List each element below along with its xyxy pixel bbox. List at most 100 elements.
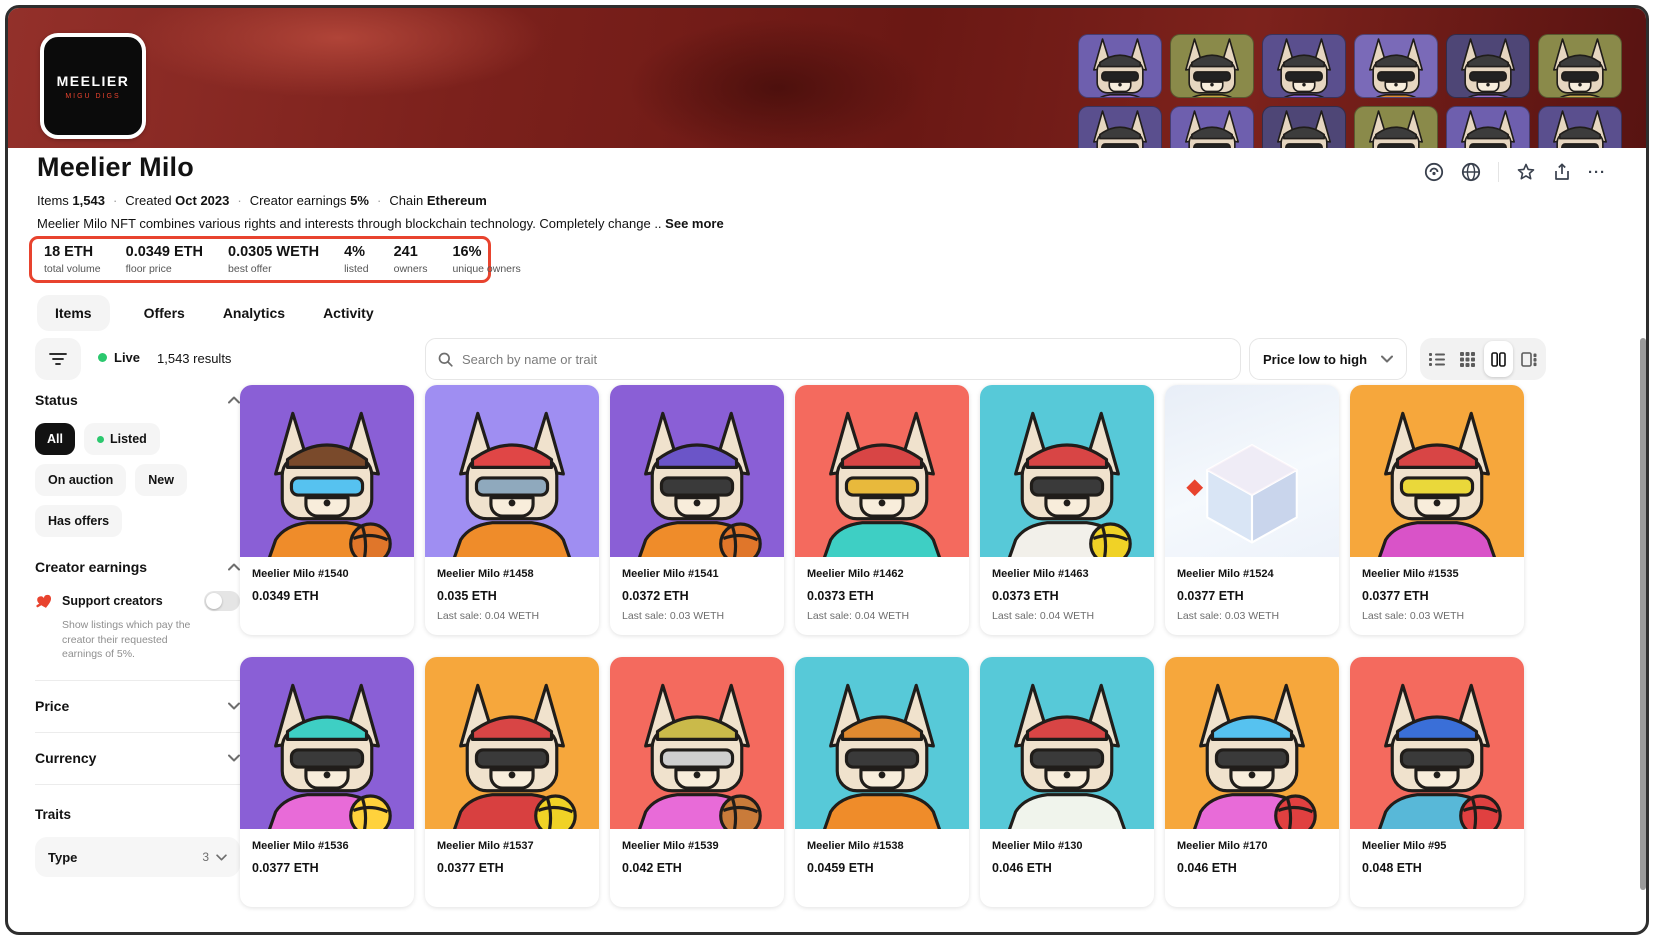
share-icon[interactable] (1553, 162, 1571, 182)
status-pill-listed[interactable]: Listed (84, 423, 160, 455)
stat-owners: 241owners (394, 244, 428, 275)
listed-dot-icon (97, 436, 104, 443)
nft-price: 0.0377 ETH (1362, 589, 1512, 603)
tab-analytics[interactable]: Analytics (219, 295, 289, 331)
nft-card-info: Meelier Milo #1541 0.0372 ETH Last sale:… (610, 557, 784, 635)
meta-separator: · (113, 193, 117, 208)
nft-card[interactable]: Meelier Milo #1540 0.0349 ETH (240, 385, 414, 635)
collection-description: Meelier Milo NFT combines various rights… (37, 216, 724, 231)
nft-image (1350, 385, 1524, 557)
trait-type-count: 3 (202, 850, 209, 864)
stat-label: listed (344, 263, 369, 275)
status-pill-label: All (47, 432, 63, 446)
nft-card-info: Meelier Milo #130 0.046 ETH (980, 829, 1154, 907)
nft-card[interactable]: Meelier Milo #1524 0.0377 ETH Last sale:… (1165, 385, 1339, 635)
status-pill-label: On auction (48, 473, 113, 487)
collection-stats-annotated: 18 ETHtotal volume0.0349 ETHfloor price0… (29, 236, 491, 283)
nft-card[interactable]: Meelier Milo #1541 0.0372 ETH Last sale:… (610, 385, 784, 635)
nft-card[interactable]: Meelier Milo #1535 0.0377 ETH Last sale:… (1350, 385, 1524, 635)
nft-card-info: Meelier Milo #1537 0.0377 ETH (425, 829, 599, 907)
status-title: Status (35, 392, 78, 408)
tab-activity[interactable]: Activity (319, 295, 378, 331)
website-globe-icon[interactable] (1461, 162, 1481, 182)
stat-label: unique owners (452, 263, 520, 275)
stat-value: 16% (452, 244, 520, 261)
status-pill-new[interactable]: New (135, 464, 187, 496)
chevron-down-icon (216, 854, 227, 861)
nft-last-sale: Last sale: 0.03 WETH (622, 610, 772, 622)
meta-item: Creator earnings 5% (250, 193, 369, 208)
nft-name: Meelier Milo #1541 (622, 568, 772, 580)
meta-label: Creator earnings (250, 193, 350, 208)
status-pill-has-offers[interactable]: Has offers (35, 505, 122, 537)
view-grid-large-button[interactable] (1484, 341, 1513, 377)
view-gallery-button[interactable] (1515, 341, 1544, 377)
nft-card[interactable]: Meelier Milo #1463 0.0373 ETH Last sale:… (980, 385, 1154, 635)
filter-button[interactable] (35, 338, 81, 380)
nft-card[interactable]: Meelier Milo #1536 0.0377 ETH (240, 657, 414, 907)
banner-thumbnail (1262, 106, 1346, 148)
trait-type-row[interactable]: Type 3 (35, 837, 240, 877)
tab-offers[interactable]: Offers (140, 295, 189, 331)
nft-name: Meelier Milo #170 (1177, 840, 1327, 852)
search-input[interactable] (462, 352, 1228, 367)
collection-tabs: Items Offers Analytics Activity (37, 295, 378, 331)
nft-card[interactable]: Meelier Milo #95 0.048 ETH (1350, 657, 1524, 907)
nft-last-sale (992, 882, 1142, 894)
meta-separator: · (377, 193, 381, 208)
nft-card[interactable]: Meelier Milo #130 0.046 ETH (980, 657, 1154, 907)
toolbar: Live 1,543 results Price low to high (0, 338, 1654, 380)
banner-thumbnail (1446, 34, 1530, 98)
page-title: Meelier Milo (37, 152, 194, 183)
nft-image (1350, 657, 1524, 829)
nft-last-sale (807, 882, 957, 894)
nft-price: 0.042 ETH (622, 861, 772, 875)
meta-value: Oct 2023 (175, 193, 229, 208)
meta-value: 1,543 (72, 193, 105, 208)
stat-value: 4% (344, 244, 369, 261)
tab-items[interactable]: Items (37, 295, 110, 331)
collection-logo[interactable]: MEELIER MIGU DIGS (40, 33, 146, 139)
logo-text: MEELIER (57, 73, 130, 89)
dog-art-icon (1355, 107, 1437, 148)
nft-card[interactable]: Meelier Milo #1462 0.0373 ETH Last sale:… (795, 385, 969, 635)
watchlist-star-icon[interactable] (1516, 162, 1536, 182)
etherscan-icon[interactable] (1424, 162, 1444, 182)
banner-thumbnail (1170, 106, 1254, 148)
creator-earnings-section-header[interactable]: Creator earnings (35, 559, 240, 575)
support-creators-toggle[interactable] (204, 591, 240, 611)
currency-title: Currency (35, 750, 96, 766)
nft-name: Meelier Milo #1458 (437, 568, 587, 580)
sort-dropdown[interactable]: Price low to high (1249, 338, 1407, 380)
nft-card[interactable]: Meelier Milo #1458 0.035 ETH Last sale: … (425, 385, 599, 635)
nft-card[interactable]: Meelier Milo #1538 0.0459 ETH (795, 657, 969, 907)
nft-card[interactable]: Meelier Milo #170 0.046 ETH (1165, 657, 1339, 907)
meta-item: Created Oct 2023 (125, 193, 229, 208)
nft-card-info: Meelier Milo #95 0.048 ETH (1350, 829, 1524, 907)
price-section-header[interactable]: Price (35, 681, 240, 714)
nft-card[interactable]: Meelier Milo #1539 0.042 ETH (610, 657, 784, 907)
see-more-link[interactable]: See more (665, 216, 724, 231)
chevron-up-icon (228, 563, 240, 571)
nft-last-sale (252, 882, 402, 894)
currency-section-header[interactable]: Currency (35, 733, 240, 766)
scrollbar-thumb[interactable] (1640, 338, 1646, 890)
banner-thumbnail (1538, 34, 1622, 98)
status-section-header[interactable]: Status (35, 392, 240, 408)
sidebar-divider (35, 784, 240, 785)
stat-value: 0.0349 ETH (126, 244, 203, 261)
nft-card[interactable]: Meelier Milo #1537 0.0377 ETH (425, 657, 599, 907)
more-menu-icon[interactable]: ··· (1588, 164, 1606, 181)
nft-card-info: Meelier Milo #1524 0.0377 ETH Last sale:… (1165, 557, 1339, 635)
view-grid-small-button[interactable] (1454, 341, 1483, 377)
status-pill-on-auction[interactable]: On auction (35, 464, 126, 496)
dog-art-icon (1539, 35, 1621, 98)
status-pill-all[interactable]: All (35, 423, 75, 455)
dog-art-icon (1263, 107, 1345, 148)
nft-price: 0.046 ETH (1177, 861, 1327, 875)
view-list-button[interactable] (1423, 341, 1452, 377)
meta-label: Items (37, 193, 72, 208)
stat-unique-owners: 16% unique owners (452, 244, 520, 275)
nft-image (425, 385, 599, 557)
nft-image (980, 657, 1154, 829)
